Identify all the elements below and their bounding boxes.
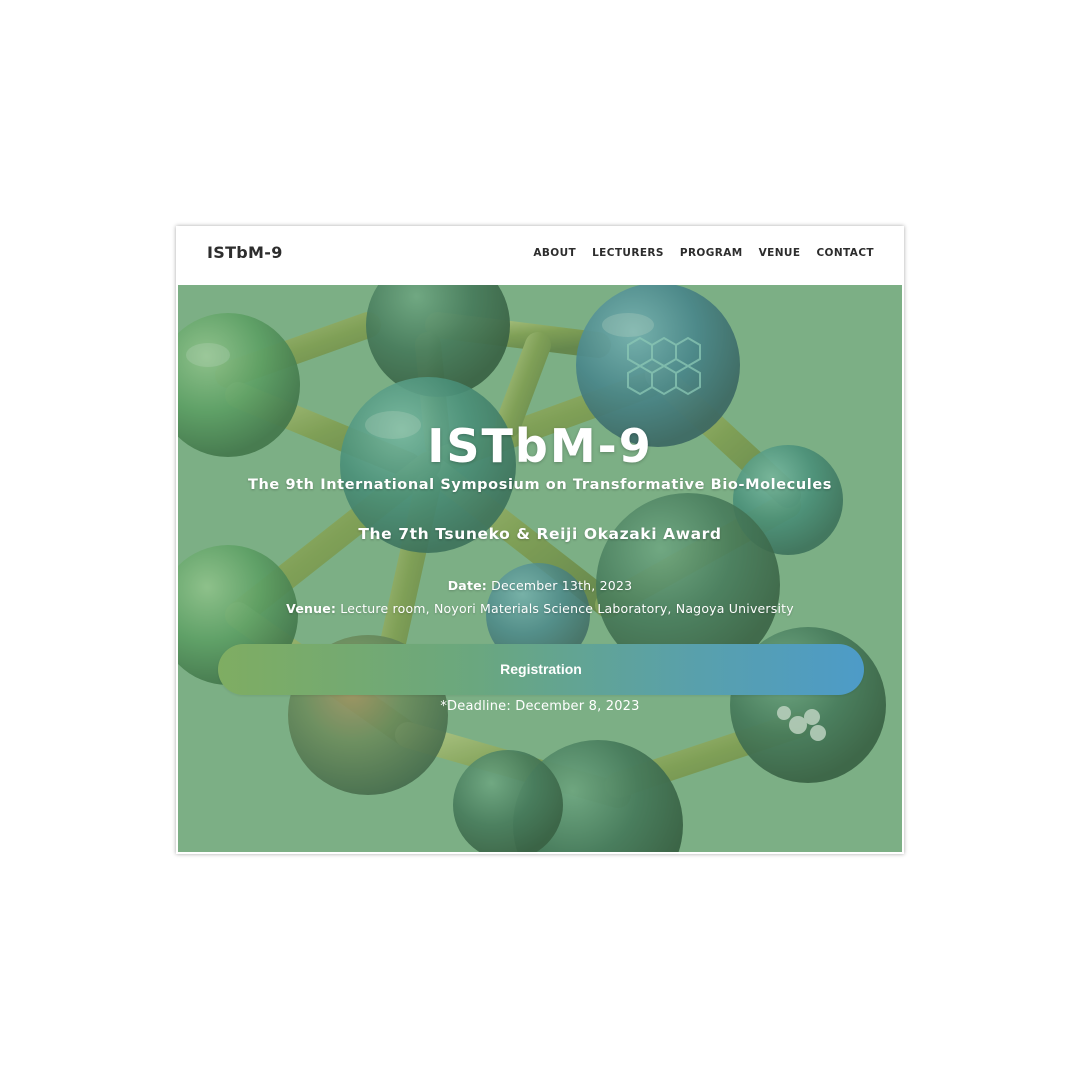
date-label: Date:	[447, 578, 487, 593]
venue-label: Venue:	[286, 601, 337, 616]
hero-title: ISTbM-9	[427, 419, 653, 473]
site-logo[interactable]: ISTbM-9	[207, 243, 283, 262]
hero-section: ISTbM-9 The 9th International Symposium …	[178, 285, 902, 852]
nav-lecturers[interactable]: LECTURERS	[592, 247, 664, 259]
nav-contact[interactable]: CONTACT	[816, 247, 874, 259]
nav-program[interactable]: PROGRAM	[680, 247, 743, 259]
deadline-note: *Deadline: December 8, 2023	[440, 699, 640, 714]
browser-frame: ISTbM-9 ABOUT LECTURERS PROGRAM VENUE CO…	[176, 226, 904, 854]
hero-content: ISTbM-9 The 9th International Symposium …	[178, 285, 902, 852]
nav-about[interactable]: ABOUT	[533, 247, 576, 259]
main-nav: ABOUT LECTURERS PROGRAM VENUE CONTACT	[533, 247, 874, 259]
date-value: December 13th, 2023	[487, 578, 633, 593]
hero-subtitle: The 9th International Symposium on Trans…	[247, 477, 833, 493]
award-title: The 7th Tsuneko & Reiji Okazaki Award	[358, 525, 722, 543]
event-venue: Venue: Lecture room, Noyori Materials Sc…	[178, 601, 902, 616]
navbar: ISTbM-9 ABOUT LECTURERS PROGRAM VENUE CO…	[176, 226, 904, 285]
event-date: Date: December 13th, 2023	[178, 578, 902, 593]
registration-button[interactable]: Registration	[218, 644, 864, 695]
venue-value: Lecture room, Noyori Materials Science L…	[336, 601, 794, 616]
nav-venue[interactable]: VENUE	[759, 247, 801, 259]
